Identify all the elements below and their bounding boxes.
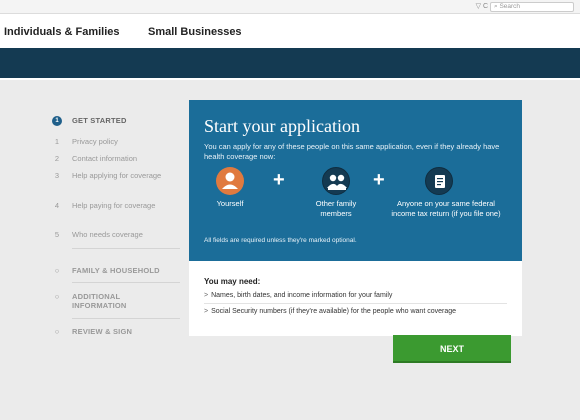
step-number: 5: [54, 230, 60, 239]
need-item-text: Names, birth dates, and income informati…: [211, 292, 393, 299]
step-marker: ○: [54, 327, 60, 336]
step-label: GET STARTED: [72, 116, 127, 125]
nav-small-businesses[interactable]: Small Businesses: [148, 26, 242, 38]
band-divider: [0, 78, 580, 80]
required-fields-note: All fields are required unless they're m…: [204, 237, 357, 244]
step-label: Contact information: [72, 154, 138, 163]
card-title: Start your application: [204, 116, 360, 136]
step-label: FAMILY & HOUSEHOLD: [72, 266, 160, 275]
chevron-right-icon: >: [204, 308, 209, 315]
person-label-family: Other family members: [315, 199, 357, 218]
step-number: 2: [54, 154, 60, 163]
step-label: Who needs coverage: [72, 230, 143, 239]
card-subtitle: You can apply for any of these people on…: [204, 142, 500, 161]
step-marker: ○: [54, 266, 60, 275]
person-label-yourself: Yourself: [216, 199, 244, 208]
sidebar-divider: [72, 282, 180, 283]
need-item: > Names, birth dates, and income informat…: [204, 292, 392, 299]
next-button[interactable]: NEXT: [393, 335, 511, 363]
site-header: Individuals & Families Small Businesses: [0, 14, 580, 48]
step-number: 3: [54, 171, 60, 180]
need-item: > Social Security numbers (if they're ava…: [204, 308, 456, 315]
step-number: 4: [54, 201, 60, 210]
sidebar-divider: [72, 318, 180, 319]
nav-individuals-families[interactable]: Individuals & Families: [4, 26, 120, 38]
need-item-text: Social Security numbers (if they're avai…: [211, 308, 457, 315]
browser-search-input[interactable]: ⌕ Search: [490, 2, 574, 12]
browser-bar: ▽ C ⌕ Search: [0, 0, 580, 14]
you-may-need-title: You may need:: [204, 277, 261, 286]
need-divider: [204, 303, 507, 304]
step-marker: ○: [54, 292, 60, 301]
step-number: 1: [54, 137, 60, 146]
step-label: REVIEW & SIGN: [72, 327, 133, 336]
start-application-card: Start your application You can apply for…: [189, 100, 522, 261]
person-icon: [216, 167, 244, 195]
browser-controls[interactable]: ▽ C: [476, 2, 488, 10]
family-icon: [322, 167, 350, 195]
you-may-need-panel: You may need: > Names, birth dates, and i…: [189, 261, 522, 336]
plus-icon: +: [373, 169, 385, 191]
step-label: Privacy policy: [72, 137, 118, 146]
navigation-band: [0, 48, 580, 78]
tax-return-icon: [425, 167, 453, 195]
step-label: Help applying for coverage: [72, 171, 162, 180]
step-label: Help paying for coverage: [72, 201, 156, 210]
sidebar-divider: [72, 248, 180, 249]
chevron-right-icon: >: [204, 292, 209, 299]
plus-icon: +: [273, 169, 285, 191]
step-number: 1: [52, 116, 62, 126]
step-label: ADDITIONAL INFORMATION: [72, 292, 127, 310]
search-placeholder: Search: [499, 3, 521, 10]
person-label-tax-return: Anyone on your same federal income tax r…: [391, 199, 501, 218]
